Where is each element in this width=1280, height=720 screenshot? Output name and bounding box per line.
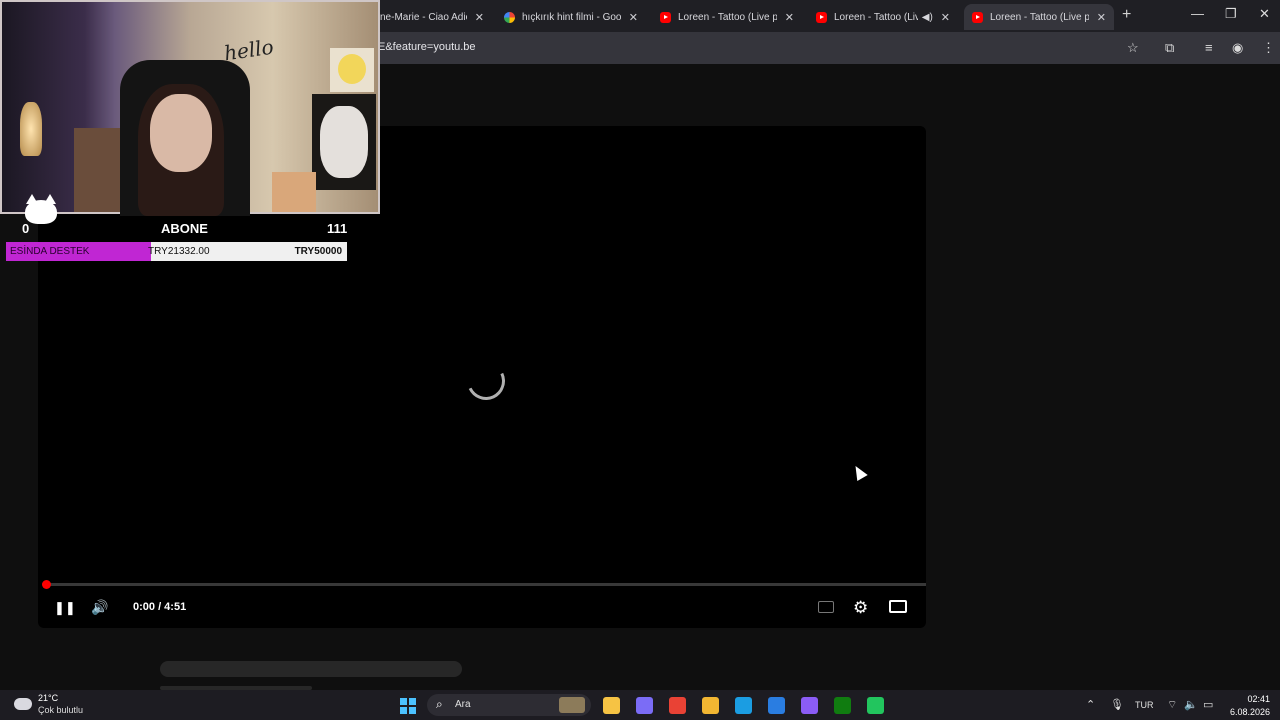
- chrome-icon[interactable]: [669, 697, 686, 714]
- volume-icon[interactable]: 🔊: [91, 599, 108, 616]
- battery-icon[interactable]: ▭: [1203, 698, 1213, 711]
- pause-button[interactable]: ❚❚: [54, 600, 76, 616]
- loading-title-placeholder: [160, 661, 462, 677]
- bookmark-star-icon[interactable]: ☆: [1127, 40, 1139, 56]
- search-highlight-image: [559, 697, 585, 713]
- folder-icon[interactable]: [702, 697, 719, 714]
- tab-close-icon[interactable]: ✕: [629, 11, 638, 24]
- media-control-icon[interactable]: ≡: [1205, 40, 1213, 55]
- video-progress-bar[interactable]: [46, 583, 926, 586]
- extensions-icon[interactable]: ⧉: [1165, 40, 1174, 56]
- file-explorer-icon[interactable]: [603, 697, 620, 714]
- restore-button[interactable]: ❐: [1225, 6, 1237, 22]
- url-field[interactable]: E&feature=youtu.be: [378, 41, 476, 53]
- wifi-icon[interactable]: ⌔: [1167, 698, 1177, 712]
- subtitles-icon[interactable]: [818, 601, 834, 613]
- goal-start: 0: [22, 221, 30, 236]
- tab-title: Loreen - Tattoo (Live pe: [990, 11, 1089, 23]
- audio-icon[interactable]: ◀): [922, 12, 933, 23]
- edge-icon[interactable]: [735, 697, 752, 714]
- google-icon: [504, 11, 515, 23]
- weather-temp[interactable]: 21°C: [38, 693, 58, 703]
- cat-image: [320, 106, 368, 178]
- tab-close-icon[interactable]: ✕: [785, 11, 794, 24]
- profile-icon[interactable]: ◉: [1232, 40, 1243, 56]
- search-icon: ⌕: [436, 697, 443, 711]
- system-clock[interactable]: 02:41 6.08.2026: [1226, 694, 1270, 717]
- youtube-icon: [660, 11, 671, 23]
- goal-end: 111: [327, 221, 348, 236]
- tab-close-icon[interactable]: ✕: [1097, 11, 1106, 24]
- menu-icon[interactable]: ⋮: [1262, 40, 1275, 56]
- cat-painting-image: [312, 94, 376, 190]
- wall-sign: hello: [222, 34, 275, 66]
- duck-frame-image: [330, 48, 374, 92]
- copilot-icon[interactable]: [636, 697, 653, 714]
- donation-goal: TRY50000: [294, 246, 342, 257]
- webcam-overlay: hello: [0, 0, 380, 216]
- weather-condition[interactable]: Çok bulutlu: [38, 705, 83, 715]
- tab-loreen-1[interactable]: Loreen - Tattoo (Live pe ✕: [652, 4, 802, 30]
- app-green-icon[interactable]: [867, 697, 884, 714]
- taskbar-search[interactable]: ⌕ Ara: [427, 694, 591, 716]
- xbox-icon[interactable]: [834, 697, 851, 714]
- tray-overflow-icon[interactable]: ⌃: [1086, 698, 1095, 711]
- windows-taskbar: 21°C Çok bulutlu ⌕ Ara ⌃ 🎙 TUR ⌔ 🔈 ▭ 02:…: [0, 690, 1280, 720]
- close-window-button[interactable]: ✕: [1259, 6, 1270, 22]
- speaker-icon[interactable]: 🔈: [1184, 698, 1198, 711]
- microphone-icon[interactable]: 🎙: [1110, 698, 1124, 711]
- language-indicator[interactable]: TUR: [1135, 700, 1154, 710]
- tab-title: hıçkırık hint filmi - Google: [522, 11, 621, 23]
- tab-title: Loreen - Tattoo (Live pe: [678, 11, 777, 23]
- youtube-icon: [972, 11, 983, 23]
- tab-title: Loreen - Tattoo (Live: [834, 11, 918, 23]
- tab-loreen-active[interactable]: Loreen - Tattoo (Live pe ✕: [964, 4, 1114, 30]
- start-button[interactable]: [400, 698, 416, 714]
- loading-spinner-icon: [461, 356, 511, 406]
- duck-icon: [338, 54, 366, 84]
- tab-title: ne-Marie - Ciao Adios: [380, 11, 467, 23]
- tab-close-icon[interactable]: ✕: [475, 11, 484, 24]
- clock-date: 6.08.2026: [1229, 707, 1270, 717]
- goal-label: ABONE: [161, 221, 208, 236]
- clock-time: 02:41: [1247, 694, 1270, 704]
- search-placeholder: Ara: [455, 699, 471, 710]
- tab-loreen-2[interactable]: Loreen - Tattoo (Live ◀) ✕: [808, 4, 958, 30]
- tab-google-search[interactable]: hıçkırık hint filmi - Google ✕: [496, 4, 646, 30]
- painting-image: [74, 128, 124, 212]
- theater-mode-icon[interactable]: [889, 600, 907, 613]
- app-purple-icon[interactable]: [801, 697, 818, 714]
- donation-current: TRY21332.00: [148, 246, 210, 257]
- subscriber-goal: 0 ABONE 111: [0, 218, 350, 238]
- new-tab-button[interactable]: +: [1122, 6, 1131, 24]
- donation-goal-bar: ESİNDA DESTEK TRY21332.00 TRY50000: [6, 242, 347, 261]
- donation-label: ESİNDA DESTEK: [10, 246, 90, 257]
- minimize-button[interactable]: —: [1191, 6, 1204, 21]
- small-painting-image: [272, 172, 316, 212]
- tab-close-icon[interactable]: ✕: [941, 11, 950, 24]
- tab-ciao-adios[interactable]: ne-Marie - Ciao Adios ✕: [372, 4, 492, 30]
- time-display: 0:00 / 4:51: [133, 601, 187, 613]
- lamp-image: [20, 102, 42, 156]
- scrubber-handle[interactable]: [42, 580, 51, 589]
- streamer-face-image: [150, 94, 212, 172]
- store-icon[interactable]: [768, 697, 785, 714]
- weather-cloud-icon[interactable]: [14, 693, 32, 710]
- youtube-icon: [816, 11, 827, 23]
- settings-gear-icon[interactable]: ⚙: [853, 598, 868, 618]
